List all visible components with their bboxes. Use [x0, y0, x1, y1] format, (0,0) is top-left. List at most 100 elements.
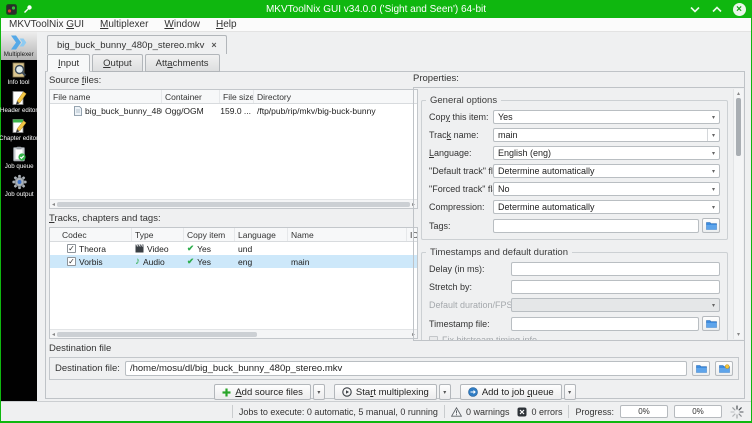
tab-attachments[interactable]: Att a chments: [144, 54, 220, 72]
col-codec[interactable]: Codec: [50, 228, 132, 241]
properties-vscrollbar[interactable]: ▴ ▾: [733, 89, 743, 339]
track-row-vorbis[interactable]: ✓ Vorbis ♪ Audio ✔ Yes eng main: [50, 255, 417, 268]
button-label: Add source files: [235, 386, 303, 398]
col-directory[interactable]: Directory: [254, 90, 417, 103]
col-file-name[interactable]: File name: [50, 90, 162, 103]
chevron-down-icon: ▾: [711, 114, 715, 121]
busy-spinner-icon: [730, 404, 744, 419]
compression-select[interactable]: Determine automatically ▾: [493, 200, 720, 214]
menu-help[interactable]: Help: [216, 19, 237, 30]
scroll-down-icon[interactable]: ▾: [734, 331, 743, 338]
timestamps-group: Timestamps and default duration Delay (i…: [421, 247, 728, 340]
action-buttons: Add source files ▾ Start multiplexing ▾ …: [46, 384, 744, 400]
copy-check-icon: ✔: [187, 243, 195, 253]
track-copy-item: Yes: [197, 243, 211, 254]
maximize-button[interactable]: [710, 2, 724, 16]
error-icon: [517, 407, 527, 416]
scroll-up-icon[interactable]: ▴: [734, 90, 743, 97]
destination-file-input[interactable]: [124, 361, 687, 376]
document-tab-label: big_buck_bunny_480p_stereo.mkv: [57, 39, 205, 51]
timestamp-file-browse-button[interactable]: [702, 316, 720, 331]
statusbar-separator: [443, 405, 445, 418]
default-duration-select: ▾: [511, 298, 720, 312]
tab-close-icon[interactable]: ×: [211, 40, 216, 50]
audio-icon: ♪: [135, 256, 140, 267]
start-multiplexing-button[interactable]: Start multiplexing: [333, 384, 437, 400]
errors-count: 0 errors: [531, 406, 563, 417]
tab-output[interactable]: Output: [92, 54, 143, 72]
scroll-left-icon[interactable]: ◂: [52, 331, 55, 338]
sidebar-item-label: Job output: [4, 191, 34, 198]
tab-input[interactable]: Input: [47, 54, 91, 72]
default-track-flag-select[interactable]: Determine automatically ▾: [493, 164, 720, 178]
sidebar-item-info-tool[interactable]: Info tool: [1, 60, 37, 88]
col-file-size[interactable]: File size: [220, 90, 254, 103]
video-icon: [135, 244, 144, 253]
tracks-label: Tracks, chapters and tags:: [49, 213, 161, 224]
copy-this-item-select[interactable]: Yes ▾: [493, 110, 720, 124]
combo-value: No: [498, 184, 510, 194]
add-to-job-queue-button[interactable]: Add to job queue: [459, 384, 562, 400]
copy-check-icon: ✔: [187, 256, 195, 266]
group-title: General options: [426, 95, 502, 106]
sidebar-item-header-editor[interactable]: Header editor: [0, 88, 38, 116]
minimize-button[interactable]: [688, 2, 702, 16]
sidebar-item-chapter-editor[interactable]: Chapter editor: [0, 116, 39, 144]
sidebar-item-job-queue[interactable]: Job queue: [1, 144, 37, 172]
col-container[interactable]: Container: [162, 90, 220, 103]
tags-input[interactable]: [493, 218, 699, 233]
close-button[interactable]: ×: [732, 2, 746, 16]
track-checkbox[interactable]: ✓: [67, 257, 76, 266]
sidebar-item-job-output[interactable]: Job output: [1, 172, 37, 200]
pin-icon[interactable]: [23, 4, 33, 14]
track-row-theora[interactable]: ✓ Theora Video ✔ Yes und: [50, 242, 417, 255]
scroll-handle[interactable]: [57, 331, 257, 337]
language-select[interactable]: English (eng) ▾: [493, 146, 720, 160]
properties-column: Properties: General options Copy this it…: [413, 73, 745, 341]
scroll-handle[interactable]: [736, 98, 741, 156]
chevron-down-icon: ▾: [711, 302, 715, 309]
track-name: main: [291, 256, 310, 267]
track-name-combobox[interactable]: main ▾: [493, 128, 720, 142]
destination-new-folder-button[interactable]: [715, 361, 733, 376]
track-copy-item: Yes: [197, 256, 211, 267]
tags-browse-button[interactable]: [702, 218, 720, 233]
source-file-row[interactable]: big_buck_bunny_480p_... Ogg/OGM 159.0 ..…: [50, 104, 417, 117]
add-source-files-button[interactable]: Add source files: [214, 384, 311, 400]
sidebar-item-multiplexer[interactable]: Multiplexer: [1, 32, 37, 60]
track-checkbox[interactable]: ✓: [67, 244, 76, 253]
timestamp-file-input[interactable]: [511, 316, 699, 331]
header-editor-icon: [10, 90, 28, 106]
stretch-by-input[interactable]: [511, 280, 720, 294]
statusbar: Jobs to execute: 0 automatic, 5 manual, …: [1, 401, 751, 421]
destination-browse-button[interactable]: [692, 361, 710, 376]
scroll-left-icon[interactable]: ◂: [52, 201, 55, 208]
source-file-container: Ogg/OGM: [165, 105, 204, 116]
forced-track-flag-select[interactable]: No ▾: [493, 182, 720, 196]
source-files-hscrollbar[interactable]: ◂ ▸: [50, 199, 417, 208]
menu-mkvtoolnix-gui[interactable]: MKVToolNix GUI: [9, 19, 84, 30]
delay-input[interactable]: [511, 262, 720, 276]
destination-file-label: Destination file:: [55, 363, 120, 374]
col-name[interactable]: Name: [288, 228, 407, 241]
add-to-job-queue-menu-button[interactable]: ▾: [563, 384, 576, 400]
default-duration-label: Default duration/FPS:: [429, 300, 516, 310]
destination-section: Destination file Destination file:: [49, 343, 739, 380]
col-language[interactable]: Language: [235, 228, 288, 241]
folder-icon: [705, 320, 717, 328]
start-multiplexing-menu-button[interactable]: ▾: [438, 384, 451, 400]
source-files-header: File name Container File size Directory: [50, 90, 417, 104]
info-tool-icon: [10, 62, 28, 78]
folder-icon: [705, 222, 717, 230]
add-source-files-menu-button[interactable]: ▾: [312, 384, 325, 400]
progress-current-value: 0%: [638, 407, 650, 416]
scroll-handle[interactable]: [57, 201, 410, 207]
col-copy-item[interactable]: Copy item: [184, 228, 235, 241]
tracks-hscrollbar[interactable]: ◂ ▸: [50, 329, 417, 338]
menu-multiplexer[interactable]: Multiplexer: [100, 19, 148, 30]
col-type[interactable]: Type: [132, 228, 184, 241]
sidebar-item-label: Header editor: [0, 107, 38, 114]
timestamp-file-label: Timestamp file:: [429, 318, 490, 329]
tab-big-buck-bunny[interactable]: big_buck_bunny_480p_stereo.mkv ×: [47, 35, 227, 54]
menu-window[interactable]: Window: [164, 19, 200, 30]
